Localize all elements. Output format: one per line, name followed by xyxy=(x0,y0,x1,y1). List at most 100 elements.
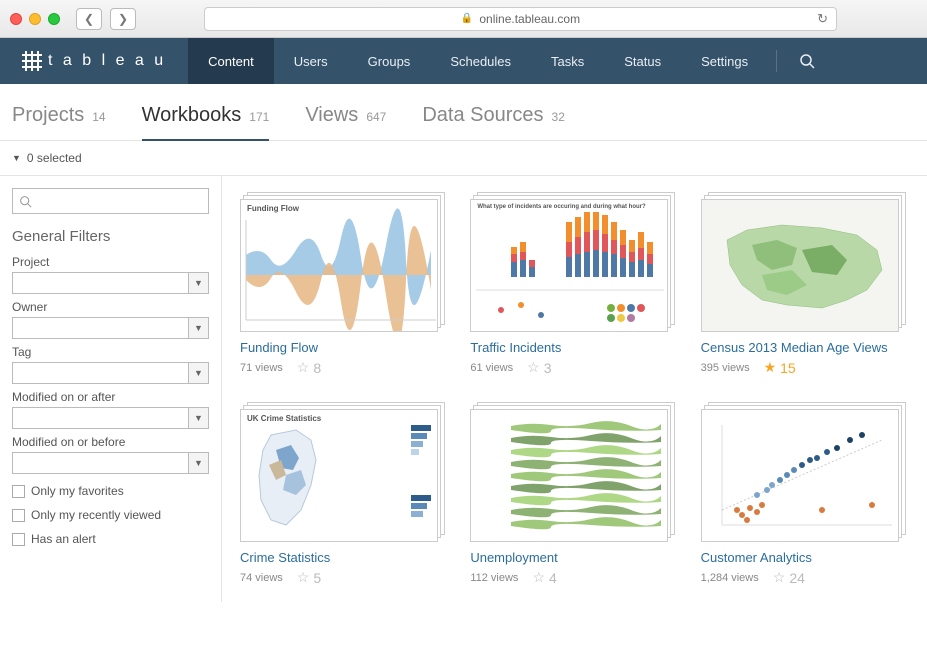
tab-views[interactable]: Views 647 xyxy=(305,104,386,139)
tab-label: Data Sources xyxy=(422,104,543,127)
workbook-card[interactable]: UK Crime Statistics Crime Statistics 74 … xyxy=(240,402,445,586)
chevron-down-icon: ▼ xyxy=(188,408,208,428)
search-icon[interactable] xyxy=(785,53,829,69)
tab-projects[interactable]: Projects 14 xyxy=(12,104,106,139)
minimize-window-button[interactable] xyxy=(29,13,41,25)
workbook-title[interactable]: Census 2013 Median Age Views xyxy=(701,340,906,355)
filter-label-tag: Tag xyxy=(12,345,209,359)
address-bar[interactable]: 🔒 online.tableau.com ↻ xyxy=(204,7,837,31)
workbook-card[interactable]: Unemployment 112 views ☆ 4 xyxy=(470,402,675,586)
tab-count: 14 xyxy=(92,110,105,124)
workbook-meta: 71 views ☆ 8 xyxy=(240,359,445,376)
workbook-title[interactable]: Customer Analytics xyxy=(701,550,906,565)
filter-modified-before-select[interactable]: ▼ xyxy=(12,452,209,474)
selection-count: 0 selected xyxy=(27,151,82,165)
workbook-grid: Funding Flow Funding Flow 71 views ☆ 8 xyxy=(222,176,927,602)
filter-check-alert[interactable]: Has an alert xyxy=(12,532,209,546)
forward-button[interactable]: ❯ xyxy=(110,8,136,30)
tab-count: 647 xyxy=(366,110,386,124)
check-label: Only my favorites xyxy=(31,484,124,498)
tab-workbooks[interactable]: Workbooks 171 xyxy=(142,104,270,141)
nav-groups[interactable]: Groups xyxy=(348,38,431,84)
logo-icon xyxy=(22,51,42,71)
filter-label-modified-before: Modified on or before xyxy=(12,435,209,449)
nav-tasks[interactable]: Tasks xyxy=(531,38,604,84)
views-count: 1,284 views xyxy=(701,572,759,584)
workbook-title[interactable]: Funding Flow xyxy=(240,340,445,355)
tab-count: 171 xyxy=(249,110,269,124)
favorite-toggle[interactable]: ☆ 5 xyxy=(297,569,321,586)
nav-separator xyxy=(776,50,777,72)
back-button[interactable]: ❮ xyxy=(76,8,102,30)
workbook-thumbnail: What type of incidents are occuring and … xyxy=(470,192,675,332)
views-count: 61 views xyxy=(470,362,513,374)
content-tabs: Projects 14 Workbooks 171 Views 647 Data… xyxy=(0,84,927,141)
favorite-toggle[interactable]: ☆ 4 xyxy=(532,569,556,586)
chevron-down-icon: ▼ xyxy=(188,453,208,473)
nav-content[interactable]: Content xyxy=(188,38,274,84)
filter-owner-select[interactable]: ▼ xyxy=(12,317,209,339)
favorite-toggle[interactable]: ☆ 8 xyxy=(297,359,321,376)
maximize-window-button[interactable] xyxy=(48,13,60,25)
chevron-down-icon: ▼ xyxy=(188,273,208,293)
views-count: 112 views xyxy=(470,572,518,584)
reload-icon[interactable]: ↻ xyxy=(817,11,828,27)
chevron-down-icon: ▼ xyxy=(188,363,208,383)
chevron-down-icon: ▼ xyxy=(12,153,21,163)
window-controls xyxy=(10,13,60,25)
tab-label: Views xyxy=(305,104,358,127)
views-count: 74 views xyxy=(240,572,283,584)
workbook-meta: 112 views ☆ 4 xyxy=(470,569,675,586)
nav-settings[interactable]: Settings xyxy=(681,38,768,84)
tableau-logo[interactable]: t a b l e a u xyxy=(0,38,188,84)
workbook-title[interactable]: Unemployment xyxy=(470,550,675,565)
favorite-toggle[interactable]: ☆ 3 xyxy=(527,359,551,376)
nav-schedules[interactable]: Schedules xyxy=(430,38,531,84)
logo-text: t a b l e a u xyxy=(48,52,166,70)
app-header: t a b l e a u Content Users Groups Sched… xyxy=(0,38,927,84)
workbook-thumbnail xyxy=(701,402,906,542)
filter-label-modified-after: Modified on or after xyxy=(12,390,209,404)
workbook-thumbnail xyxy=(701,192,906,332)
workbook-card[interactable]: Funding Flow Funding Flow 71 views ☆ 8 xyxy=(240,192,445,376)
workbook-thumbnail: Funding Flow xyxy=(240,192,445,332)
url-text: online.tableau.com xyxy=(479,12,580,26)
favorite-toggle[interactable]: ☆ 24 xyxy=(773,569,805,586)
nav-status[interactable]: Status xyxy=(604,38,681,84)
workbook-card[interactable]: What type of incidents are occuring and … xyxy=(470,192,675,376)
filter-modified-after-select[interactable]: ▼ xyxy=(12,407,209,429)
tab-count: 32 xyxy=(552,110,565,124)
chevron-down-icon: ▼ xyxy=(188,318,208,338)
tab-data-sources[interactable]: Data Sources 32 xyxy=(422,104,565,139)
filter-tag-select[interactable]: ▼ xyxy=(12,362,209,384)
workbook-card[interactable]: Census 2013 Median Age Views 395 views ★… xyxy=(701,192,906,376)
selection-bar[interactable]: ▼ 0 selected xyxy=(0,141,927,176)
workbook-meta: 61 views ☆ 3 xyxy=(470,359,675,376)
workbook-meta: 1,284 views ☆ 24 xyxy=(701,569,906,586)
filter-label-project: Project xyxy=(12,255,209,269)
main-area: General Filters Project ▼ Owner ▼ Tag ▼ … xyxy=(0,176,927,602)
views-count: 71 views xyxy=(240,362,283,374)
checkbox-icon xyxy=(12,509,25,522)
browser-chrome: ❮ ❯ 🔒 online.tableau.com ↻ xyxy=(0,0,927,38)
workbook-meta: 395 views ★ 15 xyxy=(701,359,906,376)
workbook-title[interactable]: Crime Statistics xyxy=(240,550,445,565)
filter-search-input[interactable] xyxy=(12,188,209,214)
filters-title: General Filters xyxy=(12,228,209,245)
workbook-card[interactable]: Customer Analytics 1,284 views ☆ 24 xyxy=(701,402,906,586)
filter-label-owner: Owner xyxy=(12,300,209,314)
checkbox-icon xyxy=(12,533,25,546)
workbook-thumbnail: UK Crime Statistics xyxy=(240,402,445,542)
checkbox-icon xyxy=(12,485,25,498)
lock-icon: 🔒 xyxy=(461,13,473,24)
nav-users[interactable]: Users xyxy=(274,38,348,84)
workbook-meta: 74 views ☆ 5 xyxy=(240,569,445,586)
filter-project-select[interactable]: ▼ xyxy=(12,272,209,294)
filter-sidebar: General Filters Project ▼ Owner ▼ Tag ▼ … xyxy=(0,176,222,602)
workbook-title[interactable]: Traffic Incidents xyxy=(470,340,675,355)
filter-check-recent[interactable]: Only my recently viewed xyxy=(12,508,209,522)
close-window-button[interactable] xyxy=(10,13,22,25)
favorite-toggle[interactable]: ★ 15 xyxy=(764,359,796,376)
check-label: Has an alert xyxy=(31,532,96,546)
filter-check-favorites[interactable]: Only my favorites xyxy=(12,484,209,498)
